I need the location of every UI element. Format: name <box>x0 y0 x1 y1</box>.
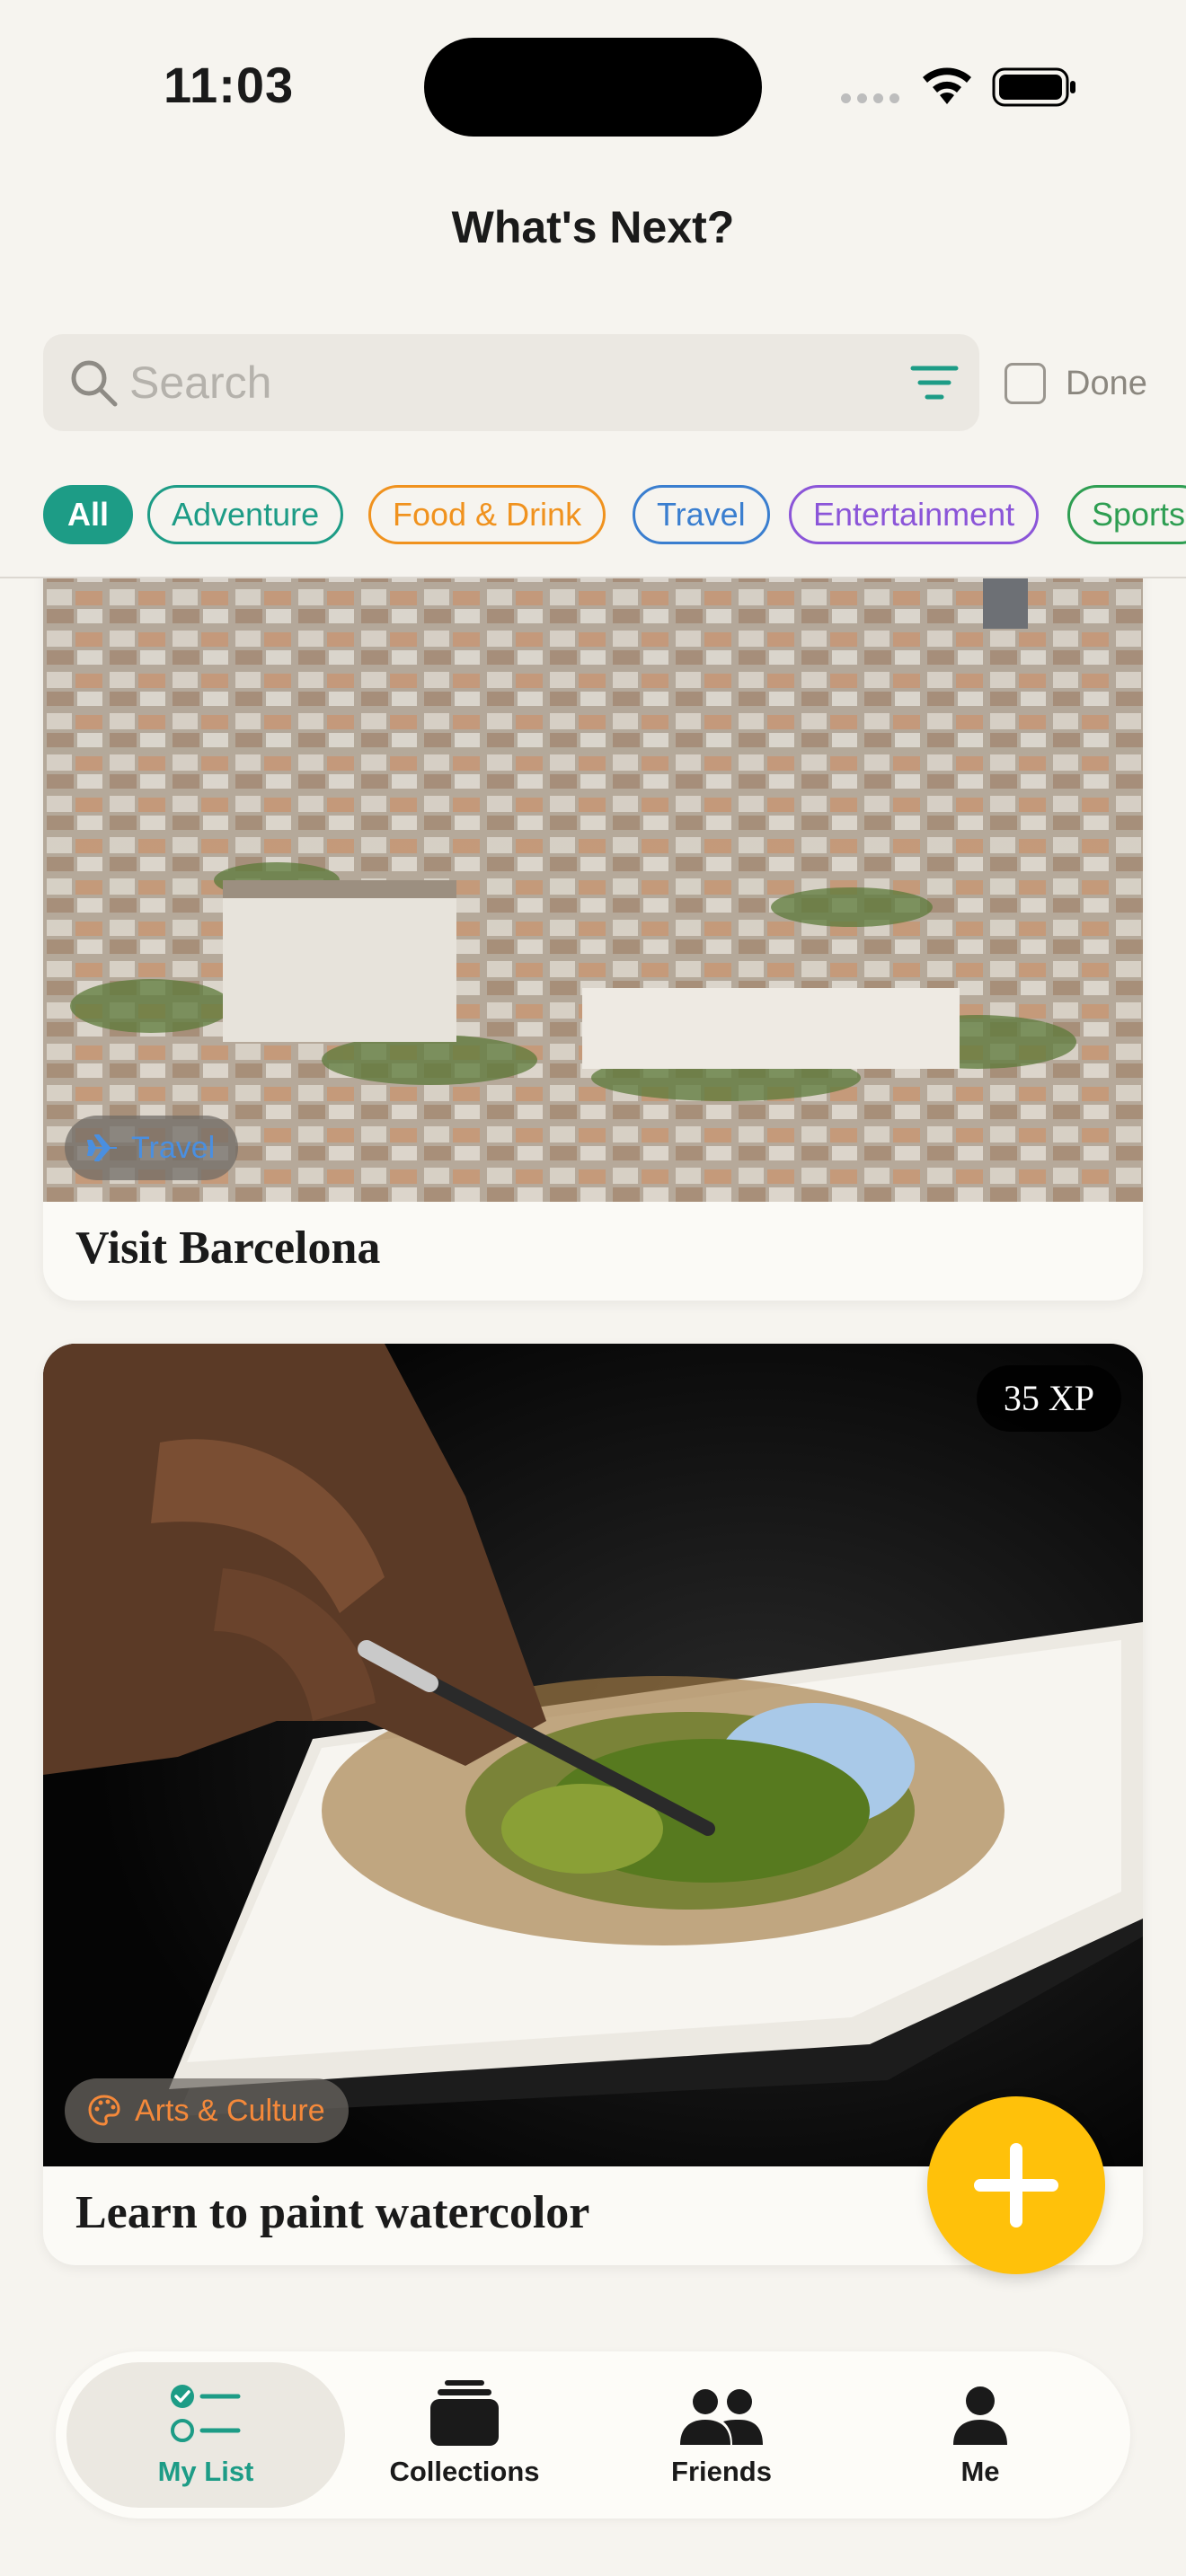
search-icon <box>71 360 118 407</box>
search-input[interactable] <box>129 352 884 413</box>
chip-food-drink[interactable]: Food & Drink <box>368 485 606 544</box>
tab-collections[interactable]: Collections <box>325 2362 604 2508</box>
status-time: 11:03 <box>164 57 295 113</box>
chip-entertainment[interactable]: Entertainment <box>789 485 1040 544</box>
done-filter-toggle[interactable]: Done <box>1005 357 1147 410</box>
barcelona-city-image <box>43 503 1143 1202</box>
category-filter-bar: All Adventure Food & Drink Travel Entert… <box>0 481 1186 548</box>
collections-icon <box>430 2380 499 2446</box>
tab-my-list[interactable]: My List <box>66 2362 345 2508</box>
add-goal-button[interactable] <box>927 2096 1105 2274</box>
done-checkbox[interactable] <box>1005 363 1046 404</box>
filter-icon[interactable] <box>909 361 960 406</box>
checklist-icon <box>171 2385 241 2442</box>
card-title: Visit Barcelona <box>75 1222 381 1274</box>
watercolor-painting-image <box>43 1344 1143 2166</box>
category-tag-label: Travel <box>131 1130 216 1165</box>
goal-card-barcelona[interactable]: Travel Visit Barcelona <box>43 503 1143 1301</box>
chip-sports[interactable]: Sports <box>1067 485 1186 544</box>
xp-badge: 35 XP <box>976 1365 1121 1432</box>
category-tag-travel: Travel <box>65 1116 239 1180</box>
category-tag-arts-culture: Arts & Culture <box>65 2078 349 2143</box>
dynamic-island <box>424 38 762 137</box>
tab-label: My List <box>157 2456 254 2487</box>
done-label: Done <box>1066 364 1147 402</box>
card-title: Learn to paint watercolor <box>75 2187 590 2238</box>
category-tag-label: Arts & Culture <box>135 2093 325 2128</box>
app-screen: 11:03 What's Next? Travel Visit Barcelon… <box>0 0 1186 2576</box>
page-title: What's Next? <box>451 202 735 252</box>
chip-all[interactable]: All <box>43 485 134 544</box>
palette-icon <box>88 2095 120 2126</box>
battery-icon <box>992 67 1075 107</box>
tab-bar: My List Collections Friends Me <box>56 2351 1130 2519</box>
chip-travel[interactable]: Travel <box>633 485 770 544</box>
tab-me[interactable]: Me <box>841 2362 1120 2508</box>
wifi-icon <box>923 67 971 104</box>
airplane-icon <box>87 1134 117 1161</box>
friends-icon <box>680 2389 763 2445</box>
tab-friends[interactable]: Friends <box>582 2362 861 2508</box>
search-bar[interactable] <box>43 334 979 431</box>
cellular-signal-icon <box>841 90 900 104</box>
tab-label: Friends <box>671 2456 772 2487</box>
plus-icon <box>974 2143 1058 2228</box>
header-divider <box>0 577 1186 578</box>
tab-label: Collections <box>389 2456 540 2487</box>
tab-label: Me <box>960 2456 1000 2487</box>
chip-adventure[interactable]: Adventure <box>147 485 344 544</box>
person-icon <box>953 2386 1007 2445</box>
status-bar: 11:03 <box>0 0 1186 171</box>
